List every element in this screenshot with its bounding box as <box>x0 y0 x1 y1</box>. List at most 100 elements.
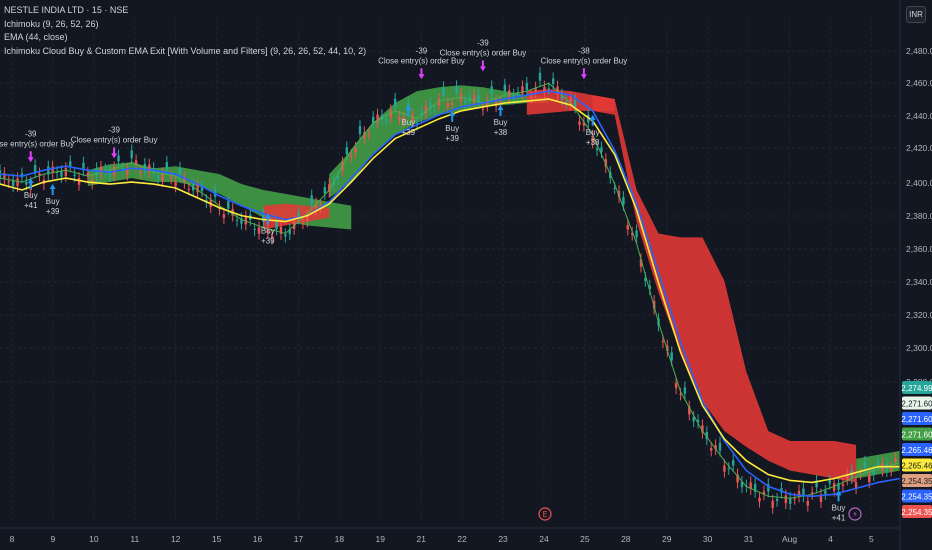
candle-body <box>824 490 827 494</box>
candle-body <box>450 103 454 106</box>
candle-body <box>117 155 120 162</box>
candle-body <box>578 121 581 125</box>
candle-body <box>170 177 173 179</box>
candle-body <box>771 500 774 508</box>
candle-body <box>784 495 788 504</box>
candle-body <box>727 468 730 470</box>
candle-body <box>350 155 353 157</box>
candle-body <box>455 86 458 94</box>
y-tick-label: 2,480.00 <box>906 46 932 56</box>
price-chart[interactable]: Buy+41 Buy+39Buy+39Buy+39 Buy+39Buy+38 Buy+… <box>0 0 932 550</box>
candle-body <box>573 99 577 108</box>
y-tick-label: 2,320.00 <box>906 310 932 320</box>
buy-amount: +38 <box>494 128 508 137</box>
candle-body <box>433 109 436 111</box>
x-tick-label: 19 <box>376 534 386 544</box>
candle-body <box>793 498 796 500</box>
candle-body <box>178 167 182 176</box>
candle-body <box>551 78 555 84</box>
candle-body <box>156 175 160 179</box>
candle-body <box>890 467 893 471</box>
candle-body <box>872 470 875 476</box>
candle-body <box>565 101 568 103</box>
price-tag-label: 2,265.46 <box>901 446 932 455</box>
price-tag-label: 2,265.46 <box>901 462 932 471</box>
x-tick-label: 18 <box>335 534 345 544</box>
candle-body <box>499 101 502 103</box>
x-tick-label: 24 <box>539 534 549 544</box>
candle-body <box>73 174 76 177</box>
candle-body <box>130 150 133 159</box>
buy-amount: +39 <box>261 237 275 246</box>
candle-body <box>525 82 529 90</box>
candle-body <box>828 480 831 484</box>
candle-body <box>139 171 142 173</box>
close-label: Close entry(s) order Buy <box>440 48 527 57</box>
candle-body <box>490 86 493 95</box>
candle-body <box>731 460 735 466</box>
candle-body <box>547 88 550 90</box>
y-tick-label: 2,400.00 <box>906 178 932 188</box>
candle-body <box>301 222 305 224</box>
y-tick-label: 2,340.00 <box>906 277 932 287</box>
candle-body <box>661 340 665 343</box>
candle-body <box>442 87 445 95</box>
candle-body <box>670 352 673 361</box>
candle-body <box>354 147 357 153</box>
candle-body <box>635 230 638 238</box>
close-amount: -39 <box>25 129 37 138</box>
candle-body <box>253 228 256 230</box>
x-tick-label: 12 <box>171 534 181 544</box>
close-label: Close entry(s) order Buy <box>541 56 628 65</box>
candle-body <box>235 219 239 221</box>
candle-body <box>222 214 226 219</box>
x-tick-label: 4 <box>828 534 833 544</box>
x-tick-label: 10 <box>89 534 99 544</box>
candle-body <box>393 98 397 107</box>
candle-body <box>25 182 28 185</box>
x-tick-label: 11 <box>130 534 139 544</box>
price-tag-label: 2,254.35 <box>901 477 932 486</box>
close-amount: -39 <box>477 38 489 47</box>
candle-body <box>306 215 309 222</box>
x-tick-label: 5 <box>869 534 874 544</box>
candle-body <box>674 382 678 389</box>
candle-body <box>244 216 248 225</box>
candle-body <box>626 225 630 230</box>
x-tick-label: 17 <box>294 534 304 544</box>
close-label: Close entry(s) order Buy <box>378 56 465 65</box>
price-tag-label: 2,254.35 <box>901 493 932 502</box>
buy-amount: +41 <box>24 201 38 210</box>
candle-body <box>613 188 616 190</box>
candle-body <box>51 166 54 173</box>
candle-body <box>876 462 880 465</box>
candle-body <box>187 188 190 190</box>
x-tick-label: 28 <box>621 534 631 544</box>
x-tick-label: 31 <box>744 534 754 544</box>
x-tick-label: 23 <box>498 534 508 544</box>
x-tick-label: 16 <box>253 534 263 544</box>
candle-body <box>33 165 37 173</box>
x-tick-label: 29 <box>662 534 672 544</box>
candle-body <box>257 227 261 234</box>
buy-amount: +41 <box>832 513 846 522</box>
close-amount: -38 <box>578 46 590 55</box>
close-label: Close entry(s) order Buy <box>71 135 158 144</box>
buy-amount: +39 <box>402 128 416 137</box>
close-amount: -39 <box>416 46 428 55</box>
buy-amount: +39 <box>46 207 60 216</box>
close-label: Close entry(s) order Buy <box>0 139 74 148</box>
candle-body <box>358 126 362 134</box>
y-tick-label: 2,420.00 <box>906 143 932 153</box>
candle-body <box>863 461 867 468</box>
candle-body <box>503 84 507 92</box>
candle-body <box>477 95 480 102</box>
earnings-icon: E <box>542 510 547 519</box>
candle-body <box>64 168 68 176</box>
candle-body <box>600 147 603 152</box>
x-tick-label: 8 <box>10 534 15 544</box>
currency-button[interactable]: INR <box>906 6 926 23</box>
candle-body <box>275 222 278 230</box>
buy-label: Buy <box>832 503 846 512</box>
candle-body <box>868 474 871 483</box>
